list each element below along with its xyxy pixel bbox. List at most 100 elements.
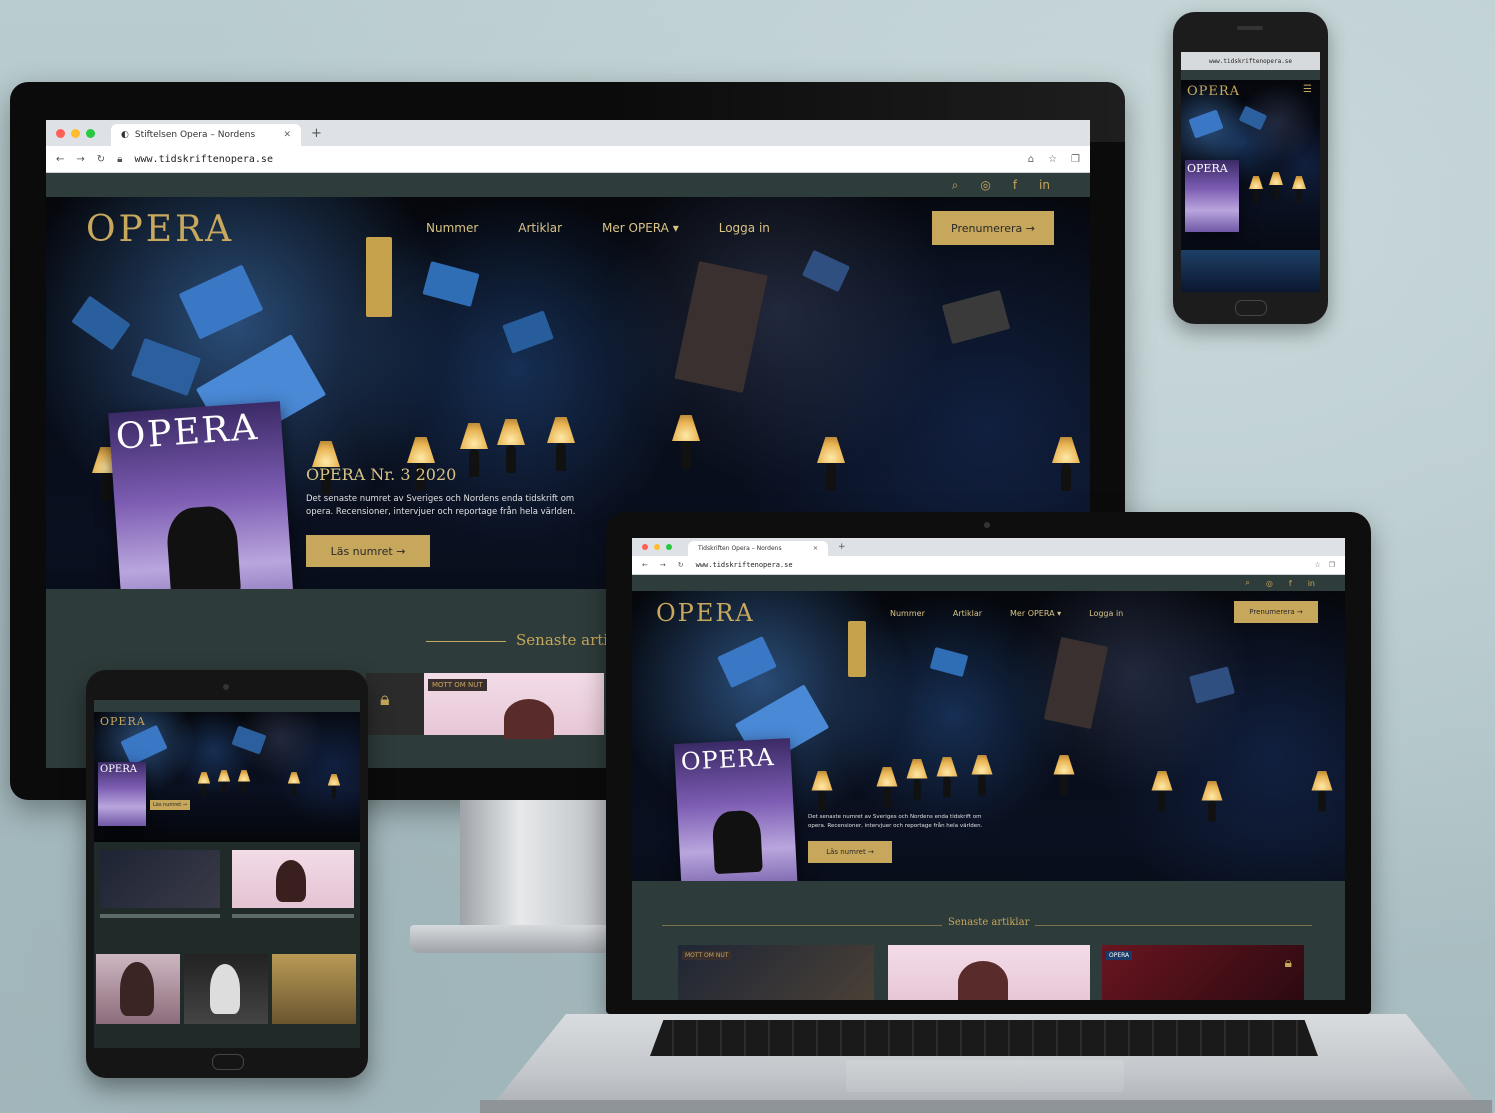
browser-chrome: ◐ Stiftelsen Opera – Nordens ✕ + ← → ↻ 🔒…: [46, 120, 1090, 173]
article-card[interactable]: [232, 850, 354, 908]
menu-icon[interactable]: ☰: [1303, 84, 1312, 95]
facebook-icon[interactable]: f: [1013, 178, 1017, 192]
article-card[interactable]: [272, 954, 356, 1024]
site-logo[interactable]: OPERA: [100, 715, 146, 728]
issue-text-line: opera. Recensioner, intervjuer och repor…: [306, 507, 576, 517]
magazine-figure: [165, 504, 242, 600]
linkedin-icon[interactable]: in: [1039, 178, 1050, 192]
phone-url[interactable]: www.tidskriftenopera.se: [1209, 58, 1292, 65]
article-card[interactable]: [888, 945, 1090, 1000]
new-tab-icon[interactable]: +: [838, 542, 846, 552]
magazine-cover[interactable]: OPERA: [98, 762, 146, 826]
url-field[interactable]: www.tidskriftenopera.se: [696, 561, 793, 569]
search-icon[interactable]: ⌕: [952, 178, 959, 193]
reload-icon[interactable]: ↻: [678, 561, 684, 569]
article-portrait: [504, 699, 554, 739]
hero-art-card: [502, 310, 554, 354]
phone-home-button[interactable]: [1235, 300, 1267, 316]
close-tab-icon[interactable]: ✕: [283, 130, 291, 140]
subscribe-button[interactable]: Prenumerera →: [1234, 601, 1318, 623]
issue-text: Det senaste numret av Sveriges och Norde…: [306, 493, 626, 519]
instagram-icon[interactable]: ◎: [980, 178, 990, 192]
article-card[interactable]: [96, 954, 180, 1024]
browser-tabs: Tidskriften Opera – Nordens ✕ +: [632, 538, 1345, 556]
close-tab-icon[interactable]: ✕: [813, 545, 818, 552]
padlock-icon: 🔒︎: [117, 153, 123, 165]
window-controls[interactable]: [56, 128, 95, 138]
article-card[interactable]: [100, 850, 220, 908]
article-card[interactable]: MOTT OM NUT: [678, 945, 874, 1000]
star-icon[interactable]: ☆: [1048, 154, 1057, 165]
site-logo[interactable]: OPERA: [1187, 84, 1240, 99]
nav-item-artiklar[interactable]: Artiklar: [518, 221, 562, 235]
lock-icon: 🔒︎: [380, 689, 390, 710]
magazine-cover[interactable]: OPERA: [673, 738, 799, 900]
nav-item-artiklar[interactable]: Artiklar: [953, 609, 982, 618]
extension-icon[interactable]: ❐: [1329, 561, 1335, 569]
hero-art-card: [231, 725, 267, 755]
article-portrait: [958, 961, 1008, 1000]
hero-art-card: [941, 289, 1011, 345]
back-icon[interactable]: ←: [56, 154, 64, 165]
phone-nav-strip: [1181, 70, 1320, 80]
phone-screen: www.tidskriftenopera.se OPERA ☰ OPERA: [1181, 52, 1320, 292]
nav-item-mer-opera[interactable]: Mer OPERA ▾: [1010, 609, 1061, 618]
url-field[interactable]: www.tidskriftenopera.se: [135, 154, 273, 165]
article-card[interactable]: MOTT OM NUT: [424, 673, 604, 739]
issue-text-line: Det senaste numret av Sveriges och Norde…: [808, 814, 982, 820]
issue-text-line: Det senaste numret av Sveriges och Norde…: [306, 494, 575, 504]
instagram-icon[interactable]: ◎: [1266, 579, 1273, 588]
browser-tab[interactable]: Tidskriften Opera – Nordens ✕: [688, 541, 828, 556]
monitor-stand: [460, 800, 610, 930]
hero-art-card: [178, 264, 264, 340]
laptop-lid: Tidskriften Opera – Nordens ✕ + ← → ↻ ww…: [606, 512, 1371, 1014]
lock-icon: 🔒︎: [1284, 955, 1292, 971]
star-icon[interactable]: ☆: [1314, 561, 1320, 569]
article-card[interactable]: OPERA 🔒︎: [1102, 945, 1304, 1000]
hero-art-card: [366, 237, 392, 317]
social-strip: ⌕ ◎ f in: [46, 173, 1090, 197]
new-tab-icon[interactable]: +: [311, 126, 322, 141]
nav-item-mer-opera[interactable]: Mer OPERA ▾: [602, 221, 679, 235]
reload-icon[interactable]: ↻: [97, 154, 105, 165]
article-badge: MOTT OM NUT: [428, 679, 487, 691]
forward-icon[interactable]: →: [660, 561, 666, 569]
site-logo[interactable]: OPERA: [656, 599, 755, 627]
site-logo[interactable]: OPERA: [86, 209, 234, 250]
hero-art-card: [1043, 636, 1109, 730]
read-issue-button[interactable]: Läs numret →: [306, 535, 430, 567]
chevron-down-icon: ▾: [672, 221, 679, 235]
window-controls[interactable]: [642, 544, 672, 550]
article-badge: MOTT OM NUT: [682, 951, 732, 960]
nav-item-nummer[interactable]: Nummer: [890, 609, 925, 618]
read-issue-button[interactable]: Läs numret →: [808, 841, 892, 863]
magazine-figure: [711, 809, 763, 875]
tablet-hero: OPERA OPERA Läs numret →: [94, 712, 360, 842]
tablet-home-button[interactable]: [212, 1054, 244, 1070]
extension-icon[interactable]: ❐: [1071, 154, 1080, 165]
hero-art-card: [422, 261, 480, 307]
back-icon[interactable]: ←: [642, 561, 648, 569]
article-card[interactable]: 🔒︎: [366, 673, 426, 735]
phone-url-bar: www.tidskriftenopera.se: [1181, 52, 1320, 70]
magazine-title: OPERA: [680, 742, 776, 776]
lock-icon[interactable]: ⌂: [1028, 154, 1034, 165]
browser-tab[interactable]: ◐ Stiftelsen Opera – Nordens ✕: [111, 124, 301, 146]
search-icon[interactable]: ⌕: [1245, 578, 1249, 588]
laptop-screen: Tidskriften Opera – Nordens ✕ + ← → ↻ ww…: [632, 538, 1345, 1000]
magazine-cover[interactable]: OPERA: [1185, 160, 1239, 232]
hero-art-card: [674, 261, 768, 393]
nav-item-logga-in[interactable]: Logga in: [719, 221, 770, 235]
linkedin-icon[interactable]: in: [1308, 579, 1315, 588]
subscribe-button[interactable]: Prenumerera →: [932, 211, 1054, 245]
facebook-icon[interactable]: f: [1289, 579, 1292, 588]
forward-icon[interactable]: →: [76, 154, 84, 165]
nav-item-logga-in[interactable]: Logga in: [1089, 609, 1123, 618]
latest-articles-heading: Senaste artiklar: [942, 917, 1036, 928]
article-card[interactable]: [184, 954, 268, 1024]
tab-title: Stiftelsen Opera – Nordens: [134, 130, 256, 140]
laptop-trackpad: [846, 1060, 1124, 1092]
nav-item-nummer[interactable]: Nummer: [426, 221, 478, 235]
laptop-camera: [984, 522, 990, 528]
read-issue-button[interactable]: Läs numret →: [150, 800, 190, 810]
